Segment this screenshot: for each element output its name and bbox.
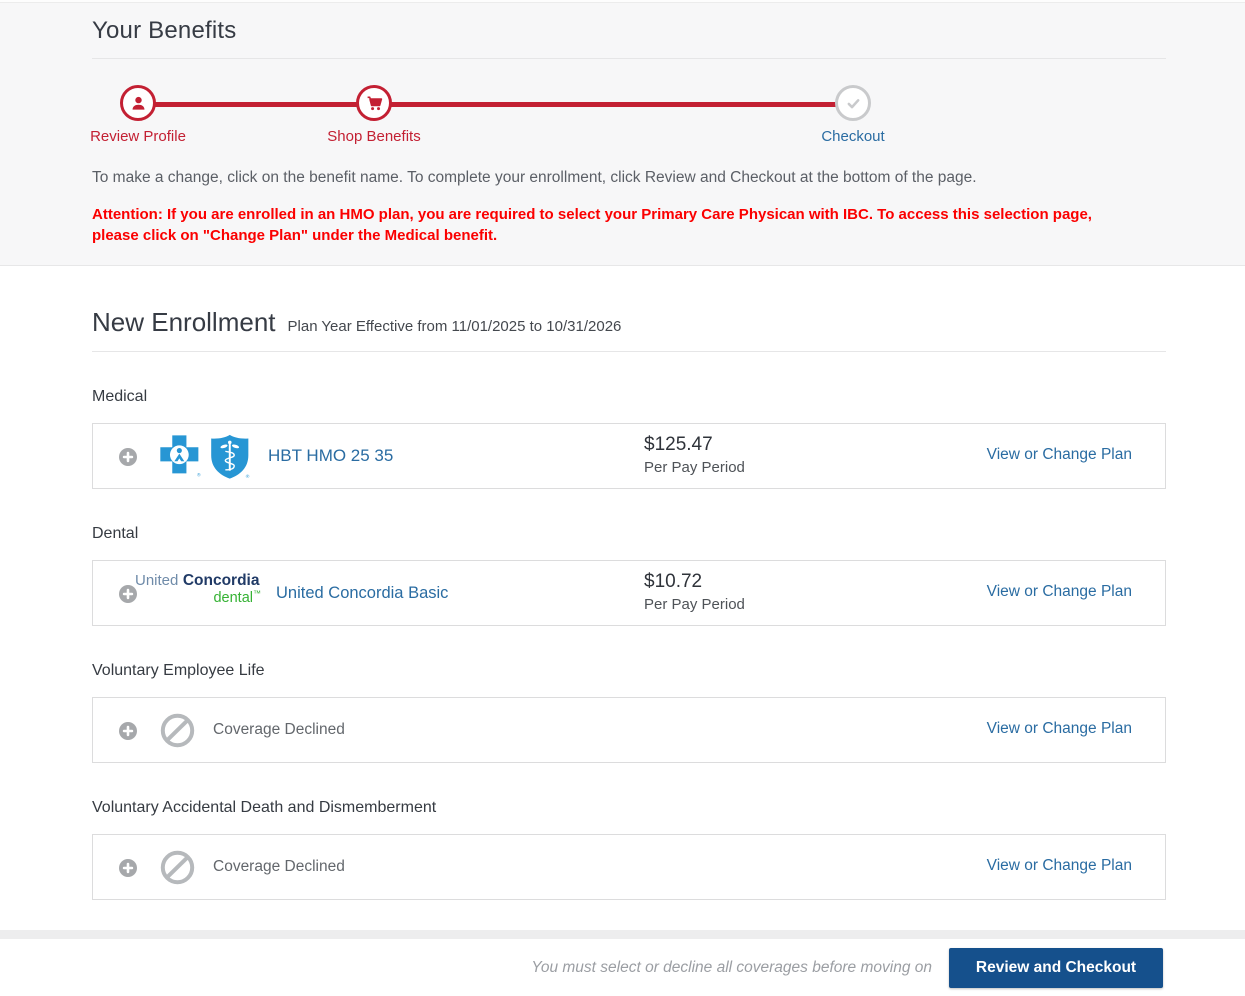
uc-logo-concordia: Concordia <box>182 572 260 589</box>
title-divider <box>92 58 1166 59</box>
price-block: $125.47 Per Pay Period <box>644 434 745 476</box>
plan-price: $125.47 <box>644 434 713 455</box>
benefit-row-medical: ® ® HBT HMO 25 35 $125.47 Per Pay Period… <box>92 423 1166 489</box>
view-or-change-plan-link[interactable]: View or Change Plan <box>987 446 1132 464</box>
section-label: Medical <box>92 388 148 405</box>
step-shop-benefits[interactable]: Shop Benefits <box>264 85 484 145</box>
price-caption: Per Pay Period <box>644 596 745 613</box>
view-or-change-plan-link[interactable]: View or Change Plan <box>987 720 1132 738</box>
benefit-row-voluntary-life: Coverage Declined View or Change Plan <box>92 697 1166 763</box>
declined-icon <box>160 713 195 748</box>
section-label: Dental <box>92 525 139 542</box>
svg-text:®: ® <box>197 471 201 478</box>
benefit-section-dental: Dental United Concordia dental™ United C… <box>92 525 1166 626</box>
step-review-profile[interactable]: Review Profile <box>28 85 248 145</box>
uc-logo-dental: dental <box>213 589 253 606</box>
benefit-row-voluntary-add: Coverage Declined View or Change Plan <box>92 834 1166 900</box>
svg-text:®: ® <box>246 473 250 480</box>
view-or-change-plan-link[interactable]: View or Change Plan <box>987 857 1132 875</box>
person-icon <box>120 85 156 121</box>
price-caption: Per Pay Period <box>644 459 745 476</box>
plan-name-link[interactable]: United Concordia Basic <box>276 584 448 603</box>
enrollment-divider <box>92 351 1166 352</box>
step-label: Review Profile <box>90 128 186 145</box>
instructions-text: To make a change, click on the benefit n… <box>92 169 977 186</box>
benefit-section-voluntary-add: Voluntary Accidental Death and Dismember… <box>92 799 1166 900</box>
benefit-row-dental: United Concordia dental™ United Concordi… <box>92 560 1166 626</box>
price-block: $10.72 Per Pay Period <box>644 571 745 613</box>
bcbs-logo: ® ® <box>160 434 250 480</box>
declined-icon <box>160 850 195 885</box>
new-enrollment-panel: New Enrollment Plan Year Effective from … <box>0 266 1245 900</box>
uc-logo-united: United <box>135 572 179 589</box>
plan-year-text: Plan Year Effective from 11/01/2025 to 1… <box>287 318 622 335</box>
coverage-status-text: Coverage Declined <box>213 858 345 875</box>
benefits-header: Your Benefits Review Profile Shop Benefi… <box>0 3 1245 266</box>
coverage-status-text: Coverage Declined <box>213 721 345 738</box>
progress-stepper: Review Profile Shop Benefits Checkout <box>90 69 1166 157</box>
step-checkout[interactable]: Checkout <box>743 85 963 145</box>
expand-plus-icon[interactable] <box>119 859 137 877</box>
review-and-checkout-button[interactable]: Review and Checkout <box>949 947 1163 988</box>
step-label: Shop Benefits <box>327 128 421 145</box>
benefit-section-voluntary-life: Voluntary Employee Life Coverage Decline… <box>92 662 1166 763</box>
step-label: Checkout <box>821 128 885 145</box>
cart-icon <box>356 85 392 121</box>
checkout-footer: You must select or decline all coverages… <box>0 930 1245 996</box>
expand-plus-icon[interactable] <box>119 722 137 740</box>
plan-name-link[interactable]: HBT HMO 25 35 <box>268 446 393 466</box>
attention-text: Attention: If you are enrolled in an HMO… <box>92 206 1092 244</box>
enrollment-title: New Enrollment <box>92 307 276 337</box>
footer-notice-text: You must select or decline all coverages… <box>531 958 932 976</box>
united-concordia-logo: United Concordia dental™ <box>135 572 265 606</box>
expand-plus-icon[interactable] <box>119 448 137 466</box>
section-label: Voluntary Accidental Death and Dismember… <box>92 799 437 816</box>
benefit-section-medical: Medical ® ® HBT HMO 25 35 $125.47 Per Pa… <box>92 388 1166 489</box>
enrollment-heading: New Enrollment Plan Year Effective from … <box>92 307 1166 338</box>
view-or-change-plan-link[interactable]: View or Change Plan <box>987 583 1132 601</box>
plan-price: $10.72 <box>644 571 703 592</box>
section-label: Voluntary Employee Life <box>92 662 265 679</box>
uc-logo-tm: ™ <box>253 588 261 598</box>
page-title: Your Benefits <box>92 17 237 44</box>
check-icon <box>835 85 871 121</box>
